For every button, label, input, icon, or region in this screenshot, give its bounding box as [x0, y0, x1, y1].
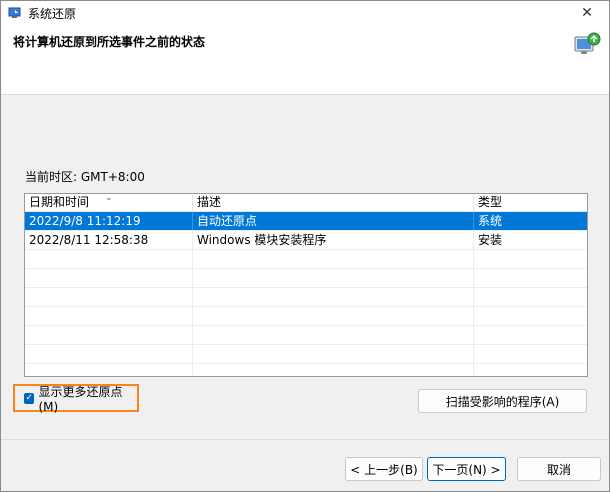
column-header-description[interactable]: 描述: [193, 194, 474, 211]
footer-divider: [1, 439, 609, 440]
header-panel: 将计算机还原到所选事件之前的状态: [1, 25, 609, 95]
column-header-date[interactable]: 日期和时间 ⌄: [25, 194, 193, 211]
restore-computer-icon: [573, 31, 601, 59]
scan-affected-programs-button[interactable]: 扫描受影响的程序(A): [418, 389, 587, 413]
timezone-label: 当前时区: GMT+8:00: [25, 170, 145, 184]
cell-type: 安装: [478, 233, 503, 247]
empty-row: [25, 326, 587, 345]
show-more-label: 显示更多还原点(M): [38, 384, 123, 414]
sort-arrow-icon: ⌄: [105, 193, 113, 203]
page-title: 将计算机还原到所选事件之前的状态: [13, 35, 206, 49]
cell-type: 系统: [478, 214, 503, 228]
empty-row: [25, 307, 587, 326]
table-row[interactable]: 2022/9/8 11:12:19 自动还原点 系统: [25, 212, 587, 231]
empty-row: [25, 364, 587, 376]
empty-row: [25, 345, 587, 364]
empty-row: [25, 269, 587, 288]
column-header-label: 日期和时间: [29, 195, 90, 209]
column-header-type[interactable]: 类型: [474, 194, 587, 211]
table-row[interactable]: 2022/8/11 12:58:38 Windows 模块安装程序 安装: [25, 231, 587, 250]
next-button[interactable]: 下一页(N) >: [427, 457, 506, 481]
system-restore-icon: [8, 6, 22, 20]
window-title: 系统还原: [28, 7, 77, 21]
cancel-button[interactable]: 取消: [517, 457, 601, 481]
cell-date: 2022/9/8 11:12:19: [25, 212, 193, 230]
empty-row: [25, 288, 587, 307]
cell-description: Windows 模块安装程序: [193, 231, 474, 249]
checkbox-checked-icon[interactable]: ✓: [24, 392, 35, 404]
column-header-label: 描述: [197, 195, 222, 209]
show-more-restore-points-checkbox[interactable]: ✓ 显示更多还原点(M): [13, 384, 139, 414]
restore-points-table: 日期和时间 ⌄ 描述 类型 2022/9/8 11:12:19 自动还原点 系统…: [24, 193, 588, 377]
table-header: 日期和时间 ⌄ 描述 类型: [25, 194, 587, 212]
column-header-label: 类型: [478, 195, 503, 209]
title-bar: 系统还原 ✕: [1, 1, 609, 25]
back-button[interactable]: < 上一步(B): [345, 457, 423, 481]
cell-date: 2022/8/11 12:58:38: [25, 231, 193, 249]
close-button[interactable]: ✕: [565, 1, 609, 25]
cell-description: 自动还原点: [193, 212, 474, 230]
empty-row: [25, 250, 587, 269]
system-restore-window: 系统还原 ✕ 将计算机还原到所选事件之前的状态 当前时区: GMT+8:00 日…: [0, 0, 610, 492]
